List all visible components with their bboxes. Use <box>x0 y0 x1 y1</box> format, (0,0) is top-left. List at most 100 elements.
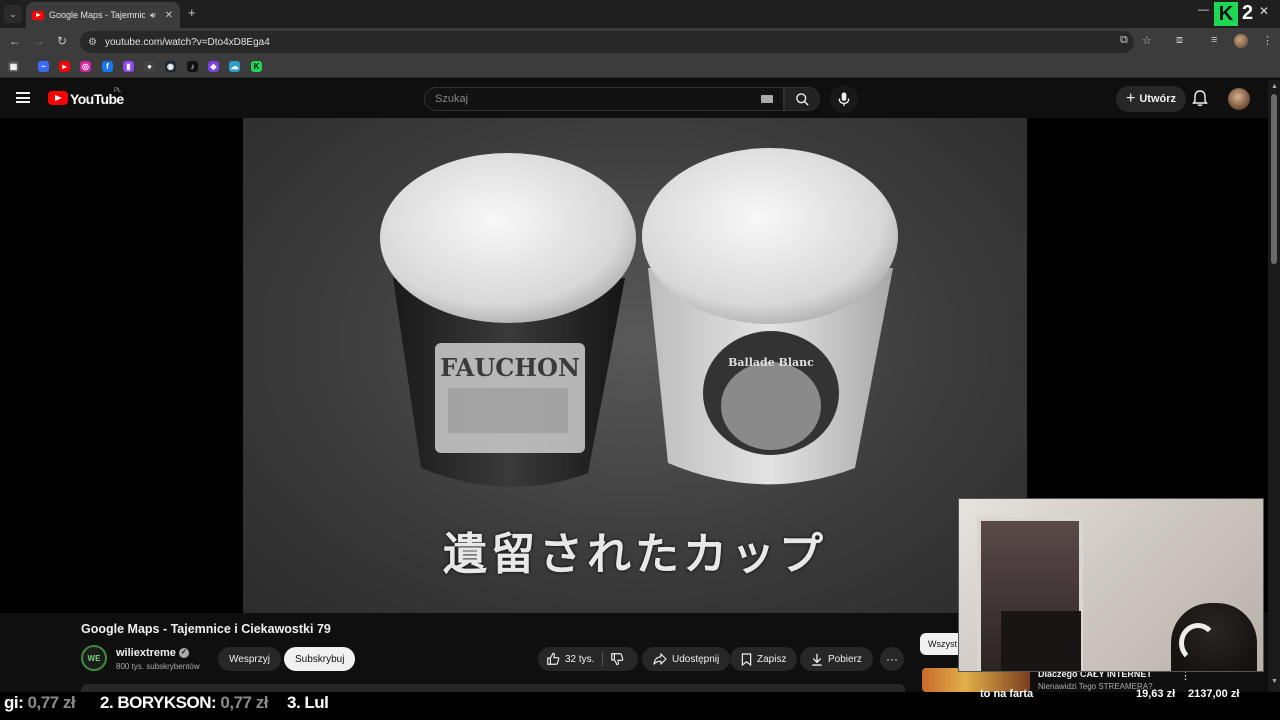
tab-search-button[interactable]: ⌄ <box>4 5 22 23</box>
account-avatar[interactable] <box>1228 88 1250 110</box>
ticker-entry-name: 3. Lul <box>287 693 329 712</box>
window-close-icon[interactable]: ✕ <box>1259 4 1269 18</box>
share-arrow-icon <box>653 653 667 665</box>
channel-name[interactable]: wiliextreme <box>116 647 176 659</box>
new-tab-button[interactable]: + <box>188 5 196 20</box>
ticker-entry: 3. Lul <box>287 693 329 713</box>
country-code: PL <box>114 88 122 94</box>
filter-chip-all[interactable]: Wszyst <box>920 633 960 655</box>
back-arrow-icon[interactable]: ← <box>9 34 21 48</box>
youtube-header: YouTube PL + Utwórz <box>0 80 1280 118</box>
youtube-logo-icon[interactable] <box>48 91 68 105</box>
cloud-icon[interactable]: ☁ <box>229 61 240 72</box>
ticker-entry-name: gi: <box>4 693 24 712</box>
ticker-entry-name: 2. BORYKSON: <box>100 693 217 712</box>
share-label: Udostępnij <box>672 653 720 665</box>
kick-icon[interactable]: K <box>251 61 262 72</box>
ticker-entry-amount: 0,77 zł <box>220 693 268 712</box>
messenger-icon[interactable]: ~ <box>38 61 49 72</box>
bookmarks-bar: ▦ ~ ▸ ◎ f ▮ ● ◉ ♪ ◆ ☁ K <box>0 56 1280 78</box>
thumbs-up-icon <box>547 652 560 665</box>
tab-close-icon[interactable]: ✕ <box>165 10 173 21</box>
youtube-favicon-icon <box>32 10 44 20</box>
profile-avatar[interactable] <box>1234 34 1248 48</box>
facebook-icon[interactable]: f <box>102 61 113 72</box>
twitch-icon[interactable]: ▮ <box>123 61 134 72</box>
channel-name-row[interactable]: wiliextreme ✓ <box>116 647 189 659</box>
donation-current: 19,63 zł <box>1136 688 1176 700</box>
save-label: Zapisz <box>757 653 787 665</box>
forward-arrow-icon[interactable]: → <box>33 34 45 48</box>
site-info-icon[interactable]: ⚙ <box>88 37 97 48</box>
headphones-icon <box>1179 623 1217 663</box>
apps-grid-icon[interactable]: ▦ <box>8 61 19 72</box>
download-icon <box>812 653 822 666</box>
menu-kebab-icon[interactable]: ⋮ <box>1262 34 1273 47</box>
cast-icon[interactable]: ⧉ <box>1120 34 1128 47</box>
steam-icon[interactable]: ◉ <box>165 61 176 72</box>
support-button[interactable]: Wesprzyj <box>218 647 281 671</box>
donation-ticker: gi: 0,77 zł 2. BORYKSON: 0,77 zł 3. Lul … <box>0 688 1280 720</box>
save-button[interactable]: Zapisz <box>730 647 798 671</box>
create-button[interactable]: + Utwórz <box>1116 86 1187 112</box>
browser-tab-active[interactable]: Google Maps - Tajemnice i 🔊︎ ✕ <box>26 2 180 28</box>
share-button[interactable]: Udostępnij <box>642 647 731 671</box>
browser-toolbar: ← → ↻ ⚙ youtube.com/watch?v=Dto4xD8Ega4 … <box>0 28 1280 56</box>
download-button[interactable]: Pobierz <box>800 647 873 671</box>
overlay-number: 2 <box>1242 2 1254 24</box>
like-dislike-group: 32 tys. <box>538 647 638 671</box>
like-button[interactable]: 32 tys. <box>546 647 594 671</box>
url-text[interactable]: youtube.com/watch?v=Dto4xD8Ega4 <box>105 37 270 48</box>
microphone-icon <box>838 91 850 106</box>
bookmark-icon[interactable]: ● <box>144 61 155 72</box>
tiktok-icon[interactable]: ♪ <box>187 61 198 72</box>
more-actions-icon[interactable]: ··· <box>880 647 904 671</box>
search-input[interactable] <box>435 93 735 105</box>
search-icon <box>795 92 809 106</box>
ice-cream-cups-image: FAUCHON Ballade Blanc <box>380 148 898 487</box>
scroll-down-icon[interactable]: ▼ <box>1271 678 1278 685</box>
webcam-doorway <box>977 517 1083 671</box>
bookmark-icon[interactable]: ◆ <box>208 61 219 72</box>
support-label: Wesprzyj <box>229 653 270 665</box>
webcam-room-shadow <box>1001 611 1081 671</box>
minimize-icon[interactable]: — <box>1198 4 1209 16</box>
video-title: Google Maps - Tajemnice i Ciekawostki 79 <box>81 622 331 636</box>
kick-logo-overlay: K <box>1214 2 1238 26</box>
ticker-entry: gi: 0,77 zł <box>4 693 76 713</box>
extensions-icon[interactable]: ⧈ <box>1176 34 1183 47</box>
subscribe-button[interactable]: Subskrybuj <box>284 647 356 671</box>
media-queue-icon[interactable]: ≡ <box>1211 34 1217 46</box>
voice-search-button[interactable] <box>830 85 858 113</box>
hamburger-menu-icon[interactable] <box>16 92 30 103</box>
ticker-entry-amount: 0,77 zł <box>27 693 76 712</box>
thumbs-down-icon[interactable] <box>610 652 624 666</box>
ticker-entry: 2. BORYKSON: 0,77 zł <box>100 693 268 713</box>
description-box[interactable] <box>81 684 905 692</box>
tab-title: Google Maps - Tajemnice i <box>49 10 145 20</box>
bookmark-star-icon[interactable]: ☆ <box>1142 34 1152 47</box>
streamer-webcam-overlay <box>958 498 1264 672</box>
notifications-bell-icon[interactable] <box>1192 90 1208 107</box>
video-subtitle: 遺留されたカップ <box>443 529 827 580</box>
address-bar[interactable]: ⚙ youtube.com/watch?v=Dto4xD8Ega4 <box>80 31 1134 53</box>
youtube-bookmark-icon[interactable]: ▸ <box>59 61 70 72</box>
like-separator <box>602 652 603 666</box>
search-button[interactable] <box>784 87 820 111</box>
channel-avatar[interactable]: WE <box>81 645 107 671</box>
cup-left-label: FAUCHON <box>440 353 580 382</box>
donation-total: 2137,00 zł <box>1188 688 1240 700</box>
scroll-up-icon[interactable]: ▲ <box>1271 83 1278 90</box>
donation-note: to na farta <box>980 688 1034 700</box>
subscribe-label: Subskrybuj <box>295 653 345 665</box>
keyboard-icon[interactable] <box>761 95 773 103</box>
speaker-icon[interactable]: 🔊︎ <box>150 10 156 21</box>
bookmark-save-icon <box>741 652 752 666</box>
instagram-icon[interactable]: ◎ <box>80 61 91 72</box>
like-count: 32 tys. <box>565 653 595 665</box>
page-scrollbar[interactable]: ▲ ▼ <box>1268 80 1280 692</box>
subscriber-count: 800 tys. subskrybentów <box>116 662 200 671</box>
video-frame[interactable]: FAUCHON Ballade Blanc 遺留されたカップ <box>243 118 1027 613</box>
reload-icon[interactable]: ↻ <box>57 34 67 48</box>
scrollbar-thumb[interactable] <box>1271 94 1277 264</box>
